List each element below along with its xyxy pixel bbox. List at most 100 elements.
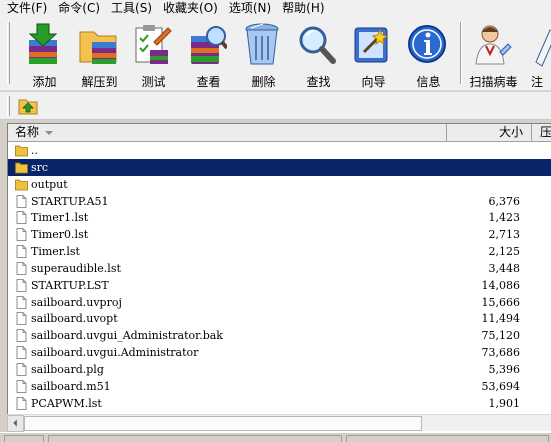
folder-icon [15, 162, 28, 174]
file-size: 3,448 [488, 261, 521, 275]
scroll-left-icon [13, 419, 17, 427]
menu-tools[interactable]: 工具(S) [105, 0, 157, 16]
menu-file[interactable]: 文件(F) [0, 0, 52, 16]
toolbar-grip[interactable] [7, 22, 10, 84]
file-size: 1,423 [488, 211, 521, 225]
extract-button[interactable]: 解压到 [72, 18, 127, 89]
menu-favorites[interactable]: 收藏夹(O) [157, 0, 223, 16]
file-name: sailboard.uvproj [31, 295, 122, 309]
file-name: STARTUP.LST [31, 278, 109, 292]
folder-row[interactable]: src [8, 158, 551, 176]
file-row[interactable]: sailboard.uvproj 15,666 [8, 294, 551, 311]
file-row[interactable]: sailboard.uvgui.Administrator 73,686 [8, 344, 551, 361]
test-button[interactable]: 测试 [126, 18, 181, 89]
find-label: 查找 [306, 75, 331, 89]
file-row[interactable]: sailboard.uvgui_Administrator.bak 75,120 [8, 327, 551, 344]
virus-scan-label: 扫描病毒 [469, 75, 518, 89]
file-size: 1,901 [488, 396, 521, 410]
file-icon [16, 278, 27, 292]
up-folder-button[interactable] [18, 96, 38, 116]
file-row[interactable]: sailboard.uvopt 11,494 [8, 310, 551, 327]
menu-commands[interactable]: 命令(C) [52, 0, 105, 16]
folder-row[interactable]: .. [8, 142, 551, 159]
file-size: 14,086 [481, 278, 521, 292]
column-packed[interactable]: 压 [532, 124, 551, 141]
address-grip[interactable] [7, 96, 10, 116]
column-size[interactable]: 大小 [447, 124, 532, 141]
view-button[interactable]: 查看 [181, 18, 236, 89]
file-row[interactable]: Timer.lst 2,125 [8, 243, 551, 260]
info-label: 信息 [416, 75, 441, 89]
info-icon [408, 25, 446, 63]
file-row[interactable]: STARTUP.A51 6,376 [8, 193, 551, 210]
add-icon [28, 23, 58, 64]
comment-button[interactable]: 注 [522, 18, 551, 88]
folder-icon [15, 179, 28, 191]
status-pane-icons [4, 435, 44, 442]
virus-scan-button[interactable]: 扫描病毒 [466, 18, 521, 89]
file-size: 5,396 [488, 362, 521, 376]
file-name: sailboard.uvgui_Administrator.bak [31, 329, 223, 343]
horizontal-scrollbar[interactable] [7, 414, 551, 432]
file-name: STARTUP.A51 [31, 194, 109, 208]
test-icon [135, 25, 172, 64]
file-icon [16, 194, 27, 208]
menu-help[interactable]: 帮助(H) [276, 0, 329, 16]
file-name: Timer0.lst [31, 228, 89, 242]
folder-icon [15, 145, 28, 157]
status-bar [0, 432, 551, 442]
file-size: 2,713 [488, 228, 521, 242]
scrollbar-thumb[interactable] [24, 416, 422, 431]
comment-label: 注 [531, 75, 544, 88]
comment-icon [535, 28, 551, 67]
column-name[interactable]: 名称 [8, 124, 447, 141]
add-label: 添加 [32, 75, 57, 89]
file-name: Timer1.lst [31, 211, 89, 225]
column-packed-label: 压 [540, 125, 551, 139]
file-name: sailboard.uvopt [31, 312, 118, 326]
file-row[interactable]: STARTUP.LST 14,086 [8, 277, 551, 294]
file-icon [16, 245, 27, 258]
file-name: PCAPWM.lst [31, 396, 102, 410]
wizard-button[interactable]: 向导 [346, 18, 401, 89]
file-name: output [31, 177, 68, 191]
file-rows: .. src output STARTUP.A51 6,376 Timer1.lst 1,4… [8, 142, 551, 412]
wizard-icon [354, 27, 389, 63]
menu-options[interactable]: 选项(N) [223, 0, 276, 16]
doctor-icon [475, 25, 512, 65]
file-row[interactable]: Timer1.lst 1,423 [8, 209, 551, 226]
toolbar: 添加 解压到 测试 查看 删除 查找 向导 信息 扫描病毒 注 [0, 16, 551, 91]
info-button[interactable]: 信息 [401, 18, 456, 89]
scroll-left-button[interactable] [7, 415, 24, 432]
file-icon [16, 363, 27, 376]
file-row[interactable]: sailboard.plg 5,396 [8, 361, 551, 378]
sort-arrow-icon [45, 130, 54, 135]
column-name-label: 名称 [15, 125, 40, 139]
file-row[interactable]: PCAPWM.lst 1,901 [8, 395, 551, 412]
folder-row[interactable]: output [8, 176, 551, 193]
file-name: sailboard.plg [31, 362, 104, 376]
file-name: src [31, 160, 49, 174]
file-size: 15,666 [481, 295, 521, 309]
magnifier-icon [299, 26, 336, 64]
file-row[interactable]: sailboard.m51 53,694 [8, 378, 551, 395]
file-icon [16, 228, 27, 242]
file-name: Timer.lst [31, 245, 80, 259]
test-label: 测试 [141, 75, 166, 89]
extract-label: 解压到 [81, 75, 118, 89]
status-pane-selection [48, 435, 342, 442]
file-icon [16, 312, 27, 326]
file-name: sailboard.uvgui.Administrator [31, 346, 199, 360]
file-size: 2,125 [488, 245, 521, 259]
view-icon [191, 26, 227, 64]
delete-button[interactable]: 删除 [236, 18, 291, 89]
wizard-label: 向导 [361, 75, 386, 89]
file-list: 名称 大小 压 .. src output STARTUP.A51 6,376 Timer… [7, 123, 551, 432]
file-row[interactable]: Timer0.lst 2,713 [8, 226, 551, 243]
add-button[interactable]: 添加 [17, 18, 72, 89]
file-row[interactable]: superaudible.lst 3,448 [8, 260, 551, 277]
menu-bar: 文件(F) 命令(C) 工具(S) 收藏夹(O) 选项(N) 帮助(H) [0, 0, 551, 16]
find-button[interactable]: 查找 [291, 18, 346, 89]
view-label: 查看 [196, 75, 221, 89]
file-icon [16, 379, 27, 393]
